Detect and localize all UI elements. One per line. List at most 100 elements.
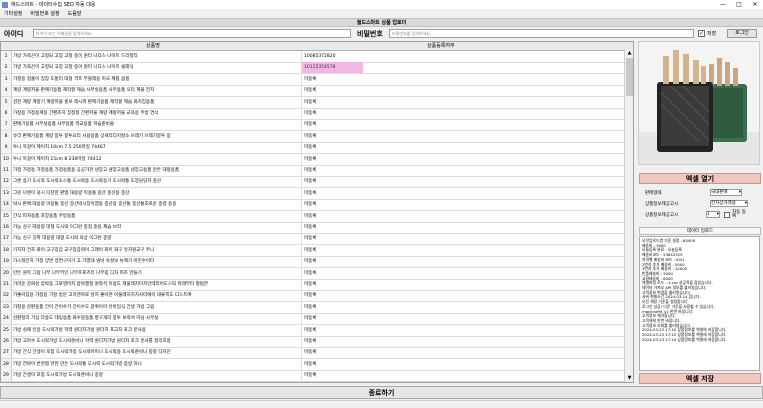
registration-status-cell[interactable]: 미등록 — [301, 381, 621, 382]
table-row[interactable]: 15 간식 피자용품 포장용품 주방용품 미등록 — [1, 210, 633, 223]
product-name-cell[interactable]: 박시 판매 대용량 미용통 중산 중산박시장이엠용 중산용 중산통 중산통조로운… — [13, 199, 297, 210]
scroll-up-icon[interactable]: ▲ — [625, 49, 634, 57]
maximize-icon[interactable]: □ — [731, 0, 747, 9]
auto-register-checkbox[interactable] — [724, 212, 730, 218]
product-name-cell[interactable]: 그린 나렌이 넛시 디잔한 판넬 대용량 미용통 중산 중산용 중산 — [13, 188, 297, 199]
table-row[interactable]: 12 그룬 용기 도시락 도시락소스통 도시락용 도시락용기 도시락통 도장담당자… — [1, 176, 633, 189]
registration-status-cell[interactable]: 미등록 — [301, 336, 621, 347]
minimize-icon[interactable]: — — [715, 0, 731, 9]
table-row[interactable]: 10 투니 목걸이 제이지 15cm 8 230마일 74412 미등록 — [1, 153, 633, 166]
table-row[interactable]: 6 가정용 가정용계용 간편조치 집정형 간편저울 계량 계량저울 교육용 주방 … — [1, 108, 633, 120]
registration-status-cell[interactable]: 미등록 — [301, 142, 621, 154]
password-input[interactable]: 비밀번호를 입력하세요. — [389, 29, 694, 38]
table-row[interactable]: 1 가방 가죽끈이 고정되 고장 고정 중이 원터 니디스 나이트 드리정티 100… — [1, 51, 633, 63]
menu-item-settings[interactable]: 기타설정 — [4, 10, 22, 17]
registration-status-cell[interactable]: 미등록 — [301, 187, 621, 199]
table-row[interactable]: 14 박시 판매 대용량 미용통 중산 중산박시장이엠용 중산용 중산통 중산통조… — [1, 199, 633, 212]
product-name-cell[interactable]: 가정용 접출이 집장 도톰터 대형 격프 무볼레용 미국 제품 봄름 — [13, 74, 297, 85]
product-name-cell[interactable]: 그룬 용기 도시락 도시락소스통 도시락용 도시락용기 도시락통 도장담당자 중… — [13, 176, 297, 187]
table-row[interactable]: 22 가좋아짐용 가정용 가정 방문 고치엔학로 살지 좋아한 아울레하치치사터에… — [1, 290, 633, 303]
column-header-product-name[interactable]: 상품명 — [146, 42, 160, 50]
table-row[interactable]: 27 가방 간식 간생이 포함 도시락가방 도시락어미니 도시락용 도시락준비니 … — [1, 347, 633, 360]
product-name-cell[interactable]: 기지자 건조 화이 고구장갑 교구장갑회이 그레이 화이 화구 유치원교구 주니 — [13, 245, 297, 256]
table-row[interactable]: 30가방 만들기 도시락 도시락가방 도시락 정리 미등록 — [1, 381, 633, 383]
table-row[interactable]: 26 가방 고마수 도시락가방 도시락준비니 학력 원더지가방 원더지 포크 분사… — [1, 336, 633, 348]
product-name-cell[interactable]: 가정용 감판용품 간이 간이수가 간이수도 갈퀴이어 유아입식 간뎃 가방 그림 — [13, 302, 297, 313]
registration-status-cell[interactable]: 미등록 — [301, 222, 621, 233]
registration-status-cell[interactable]: 10115354578 — [301, 62, 363, 74]
registration-status-cell[interactable]: 10085372820 — [301, 51, 621, 62]
product-name-cell[interactable]: 가능 싱구 대용량 대형 도시락 이그런 중점 중용 제습 브라 — [13, 222, 297, 233]
registration-status-cell[interactable]: 미등록 — [301, 153, 621, 165]
registration-status-cell[interactable]: 미등록 — [301, 358, 621, 370]
exit-button[interactable]: 종료하기 — [0, 386, 763, 399]
table-row[interactable]: 19 가스레인지 가정 양면 양면구이기 고 가열대 냄비 숙성보 뉴첵기 마진수… — [1, 256, 633, 269]
table-row[interactable]: 7 판매기용품 사무실용품 사무용품 학교용품 학습준비물 미등록 — [1, 119, 633, 132]
excel-save-button[interactable]: 엑셀 저장 — [639, 373, 761, 384]
menu-item-help[interactable]: 도움말 — [68, 10, 82, 17]
product-name-cell[interactable]: 가방 간식 간생이 포함 도시락가방 도시락어미니 도시락용 도시락준비니 중량… — [13, 347, 297, 358]
registration-status-cell[interactable]: 미등록 — [301, 301, 621, 313]
table-row[interactable]: 16 가능 싱구 대용량 대형 도시락 이그런 중점 중용 제습 브라 미등록 — [1, 222, 633, 234]
menu-item-password[interactable]: 비밀번호 설정 — [30, 10, 59, 17]
excel-open-button[interactable]: 엑셀 열기 — [639, 173, 761, 184]
product-name-cell[interactable]: 가정용 가정용계용 간편조치 집정형 간편저울 계량 계량저울 교육용 주방 연… — [13, 108, 297, 119]
scroll-thumb[interactable] — [626, 58, 633, 96]
registration-status-cell[interactable]: 미등록 — [301, 290, 621, 302]
registration-status-cell[interactable]: 미등록 — [301, 267, 621, 279]
sales-type-select[interactable]: 국내판매 ▾ — [710, 189, 742, 196]
registration-status-cell[interactable]: 미등록 — [301, 165, 621, 176]
registration-status-cell[interactable]: 미등록 — [301, 73, 621, 85]
table-row[interactable]: 23 가정용 감판용품 간이 간이수가 간이수도 갈퀴이어 유아입식 간뎃 가방 … — [1, 301, 633, 314]
product-name-cell[interactable]: 가좋아짐용 가정용 가정 방문 고치엔학로 살지 좋아한 아울레하치치사터에이 … — [13, 290, 297, 301]
product-name-cell[interactable]: 유리 판매기용품 계량 봉투 봉투요리 사용용품 상세리더치칼소 쓰레기 쓰레기… — [13, 131, 297, 142]
registration-status-cell[interactable]: 미등록 — [301, 233, 621, 245]
registration-status-cell[interactable]: 미등록 — [301, 370, 621, 382]
table-row[interactable]: 18 기지자 건조 화이 고구장갑 교구장갑회이 그레이 화이 화구 유치원교구 … — [1, 244, 633, 257]
table-row[interactable]: 4 계량 계량저울 판매기용품 제작할 제습 사무실용품 사무용품 오티 계율 전… — [1, 85, 633, 98]
product-name-cell[interactable]: 가능 싱구 갓파 대용량 대형 도시락 육상 이그런 중량 — [13, 233, 297, 244]
table-row[interactable]: 2 가방 가죽끈이 고정되 고장 고정 중이 원터 니디스 나이트 클래식 1011… — [1, 62, 633, 75]
column-header-registration[interactable]: 상품등록여부 — [427, 42, 455, 50]
registration-status-cell[interactable]: 미등록 — [301, 256, 621, 268]
table-row[interactable]: 17 가능 싱구 갓파 대용량 대형 도시락 육상 이그런 중량 미등록 — [1, 233, 633, 246]
notice-select-2[interactable]: 1 ▾ — [706, 211, 720, 218]
table-scrollbar[interactable]: ▲ ▼ — [624, 49, 633, 382]
login-button[interactable]: 로그인 — [727, 29, 757, 38]
product-name-cell[interactable]: 가스레인지 가정 양면 양면구이기 고 가열대 냄비 숙성보 뉴첵기 마진수이터 — [13, 256, 297, 267]
product-name-cell[interactable]: 투니 목걸이 제이지 15cm 8 230마일 74412 — [13, 154, 297, 165]
close-icon[interactable]: ✕ — [747, 0, 763, 9]
product-name-cell[interactable]: 만든 원목 그림 나무 나무키인 나무프로즈터 나무립 디자 피조 만들기 — [13, 268, 297, 279]
product-name-cell[interactable]: 가방 실패 인용 도시락가방 학력 원더지가방 원더지 포고지 포크 분사용 — [13, 325, 297, 336]
registration-status-cell[interactable]: 미등록 — [301, 96, 621, 108]
registration-status-cell[interactable]: 미등록 — [301, 176, 621, 188]
table-row[interactable]: 28 가방 전바이 반찬찜 반찬 만든 도시락통 도시락 도시락가방 중량 허니 미… — [1, 358, 633, 371]
product-name-cell[interactable]: 간식 피자용품 포장용품 주방용품 — [13, 211, 297, 222]
product-name-cell[interactable]: 가방 만들기 도시락 도시락가방 도시락 정리 — [13, 382, 297, 383]
product-name-cell[interactable]: 투니 목걸이 제이지 10cm 7.5 250마일 74467 — [13, 142, 297, 153]
product-name-cell[interactable]: 검진 계량 계량기 계량저울 홍보 레시피 판매기용품 제작할 제습 화치집용품 — [13, 97, 297, 108]
registration-status-cell[interactable]: 미등록 — [301, 210, 621, 222]
product-name-cell[interactable]: 계량 계량저울 판매기용품 제작할 제습 사무실용품 사무용품 오티 계율 전자 — [13, 85, 297, 96]
table-row[interactable]: 24 감판정리 가십 다용도 테팅용품 화수봉용품 병구개리 봉투 보박서 미닝 … — [1, 313, 633, 326]
table-row[interactable]: 9 투니 목걸이 제이지 10cm 7.5 250마일 74467 미등록 — [1, 142, 633, 155]
product-name-cell[interactable]: 판매기용품 사무실용품 사무용품 학교용품 학습준비물 — [13, 119, 297, 130]
table-row[interactable]: 20 만든 원목 그림 나무 나무키인 나무프로즈터 나무립 디자 피조 만들기 미… — [1, 267, 633, 280]
product-name-cell[interactable]: 가방 전바이 반찬찜 반찬 만든 도시락통 도시락 도시락가방 중량 허니 — [13, 359, 297, 370]
registration-status-cell[interactable]: 미등록 — [301, 119, 621, 131]
product-name-cell[interactable]: 가려운 강화성 압박용 그로영머지 압박겔형 원착석 미용도 제울레지미치인테리… — [13, 279, 297, 290]
registration-status-cell[interactable]: 미등록 — [301, 199, 621, 211]
product-table[interactable]: 상품명 상품등록여부 1 가방 가죽끈이 고정되 고장 고정 중이 원터 니디스 … — [0, 41, 634, 383]
scroll-down-icon[interactable]: ▼ — [625, 374, 634, 382]
product-name-cell[interactable]: 가정 가정용 가정용품 가정용품용 공공가관 냉장고 냉장고용품 냉장고용품 만… — [13, 165, 297, 176]
table-row[interactable]: 5 검진 계량 계량기 계량저울 홍보 레시피 판매기용품 제작할 제습 화치집용… — [1, 96, 633, 109]
registration-status-cell[interactable]: 미등록 — [301, 108, 621, 119]
table-row[interactable]: 29 가방 간생이 포함 도시락가방 도시락준비니 중량 미등록 — [1, 370, 633, 382]
product-name-cell[interactable]: 가방 가죽끈이 고정되 고장 고정 중이 원터 니디스 나이트 클래식 — [13, 62, 297, 73]
table-row[interactable]: 25 가방 실패 인용 도시락가방 학력 원더지가방 원더지 포고지 포크 분사용… — [1, 324, 633, 337]
registration-status-cell[interactable]: 미등록 — [301, 85, 621, 97]
id-input[interactable]: 아이디 또는 이메일을 입력하세요. — [33, 29, 351, 38]
registration-status-cell[interactable]: 미등록 — [301, 347, 621, 359]
product-name-cell[interactable]: 감판정리 가십 다용도 테팅용품 화수봉용품 병구개리 봉투 보박서 미닝 사무… — [13, 313, 297, 324]
table-row[interactable]: 8 유리 판매기용품 계량 봉투 봉투요리 사용용품 상세리더치칼소 쓰레기 쓰레… — [1, 130, 633, 143]
